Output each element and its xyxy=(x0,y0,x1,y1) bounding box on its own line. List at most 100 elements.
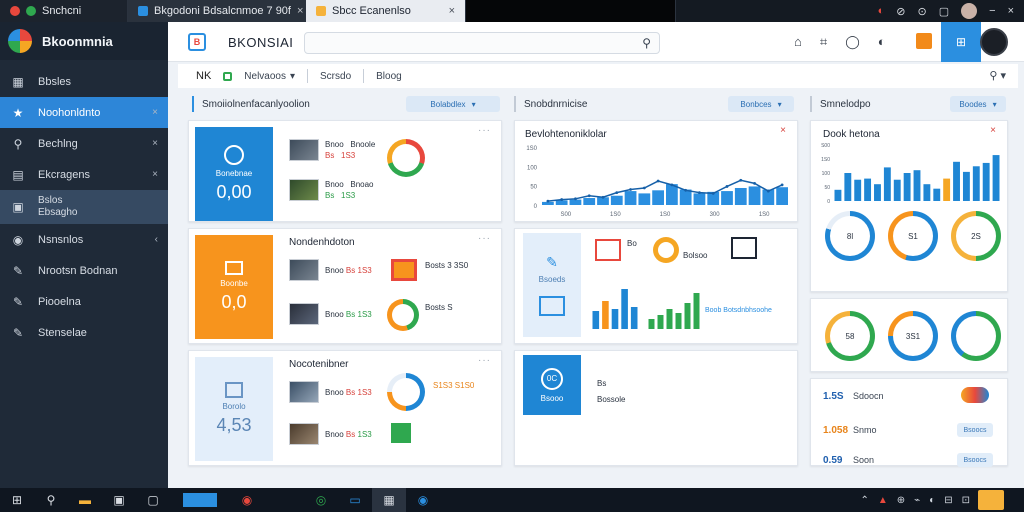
kpi-tile[interactable]: Boonbe 0,0 xyxy=(195,235,273,339)
sidebar-item-7[interactable]: ✎ Nrootsn Bodnan xyxy=(0,255,168,286)
sidebar-item-6[interactable]: ◉ Nsnsnlos ‹ xyxy=(0,224,168,255)
toolbar-item-3[interactable]: Bloog xyxy=(376,71,402,82)
chevron-icon[interactable]: ‹ xyxy=(155,234,158,245)
item-text: Bnoo Bnoao Bs 1S3 xyxy=(325,180,374,200)
y-tick-label: 50 xyxy=(824,185,830,191)
detail-text: Bs xyxy=(597,379,607,388)
minimize-icon[interactable]: − xyxy=(989,5,995,17)
close-icon[interactable]: × xyxy=(449,5,455,17)
stat-button[interactable]: Bsoocs xyxy=(957,453,993,467)
browser-icon[interactable]: ◉ xyxy=(230,488,264,512)
browser-tab-2[interactable]: Bkgodoni Bdsalcnmoe 7 90f × xyxy=(128,0,306,22)
close-icon[interactable]: × xyxy=(990,125,997,136)
window-icon[interactable]: ▢ xyxy=(136,488,170,512)
tray-chevron-icon[interactable]: ⌃ xyxy=(860,495,868,506)
stat-row[interactable]: 1.5S Sdoocn xyxy=(823,387,1003,405)
grid-icon[interactable]: ⌗ xyxy=(820,34,827,50)
stat-row[interactable]: 0.59 Soon Bsoocs xyxy=(823,451,1003,469)
sidebar-item-1[interactable]: ▦ Bbsles xyxy=(0,66,168,97)
search-icon[interactable]: ⚲ ▾ xyxy=(989,69,1006,82)
frame-icon[interactable]: ▢ xyxy=(939,5,949,18)
avatar[interactable] xyxy=(980,28,1008,56)
list-item[interactable]: Bnoo Bnoole Bs 1S3 xyxy=(289,139,375,161)
record-icon[interactable]: ◐ xyxy=(878,5,885,17)
grid-app-icon[interactable]: ▦ xyxy=(372,488,406,512)
section-right-filter[interactable]: Boodes ▾ xyxy=(950,96,1006,112)
close-icon[interactable]: × xyxy=(152,169,158,180)
section-middle-filter[interactable]: Bonbces ▾ xyxy=(728,96,794,112)
list-item[interactable]: Bnoo Bs 1S3 xyxy=(289,423,372,445)
stat-button[interactable]: Bsoocs xyxy=(957,423,993,437)
sidebar-item-3[interactable]: ⚲ Bechlng × xyxy=(0,128,168,159)
section-left-filter[interactable]: Bolabdlex ▾ xyxy=(406,96,500,112)
start-icon[interactable]: ⊞ xyxy=(0,488,34,512)
tray-network-icon[interactable]: ⊕ xyxy=(897,495,905,506)
kpi-tile[interactable]: Borolo 4,53 xyxy=(195,357,273,461)
browser-tab-3[interactable]: Sbcc Ecanenlso × xyxy=(306,0,466,22)
notification-button[interactable] xyxy=(978,490,1004,510)
list-item[interactable]: Bnoo Bs 1S3 xyxy=(289,259,372,281)
sidebar-item-8[interactable]: ✎ Piooelna xyxy=(0,286,168,317)
sidebar-item-4[interactable]: ▤ Ekcragens × xyxy=(0,159,168,190)
list-item[interactable]: Bnoo Bs 1S3 xyxy=(289,303,372,325)
sidebar-item-2[interactable]: ★ Noohonldnto × xyxy=(0,97,168,128)
more-icon[interactable]: ··· xyxy=(478,233,491,244)
close-icon[interactable]: × xyxy=(780,125,787,136)
summary-card-2: ··· Nondenhdoton Boonbe 0,0 Bnoo Bs 1S3 … xyxy=(188,228,502,344)
circle-icon[interactable]: ◯ xyxy=(845,34,860,50)
tab-label: Bkgodoni Bdsalcnmoe 7 90f xyxy=(154,5,291,17)
stat-row[interactable]: 1.058 Snmo Bsoocs xyxy=(823,421,1003,439)
search-icon[interactable]: ⚲ xyxy=(642,36,651,50)
target-icon[interactable]: ⊙ xyxy=(918,5,927,18)
trend-chart: 0 50 100 1S0 S00 1S0 1S0 300 1S0 xyxy=(526,146,788,218)
tray-battery-icon[interactable]: ⊟ xyxy=(944,495,952,506)
block-icon[interactable]: ⊘ xyxy=(896,5,905,18)
tray-display-icon[interactable]: ⊡ xyxy=(962,495,970,506)
sidebar-item-9[interactable]: ✎ Stenselae xyxy=(0,317,168,348)
sidebar-brand[interactable]: Bkoonmnia xyxy=(0,22,168,60)
browser-tab-4[interactable] xyxy=(466,0,676,22)
tray-warning-icon[interactable]: ▲ xyxy=(878,495,888,506)
more-icon[interactable]: ··· xyxy=(478,125,491,136)
detail-tile[interactable]: 0C Bsooo xyxy=(523,355,581,415)
list-item[interactable]: Bnoo Bs 1S3 xyxy=(289,381,372,403)
monitor-icon[interactable]: ▭ xyxy=(338,488,372,512)
widget-tile[interactable]: ✎ Bsoeds xyxy=(523,233,581,337)
app-logo-icon[interactable]: B xyxy=(188,33,206,51)
notification-badge[interactable] xyxy=(916,33,932,49)
chat-icon[interactable]: ◎ xyxy=(304,488,338,512)
browser-tab-strip: Snchcni Bkgodoni Bdsalcnmoe 7 90f × Sbcc… xyxy=(0,0,1024,22)
bar xyxy=(933,188,941,201)
close-icon[interactable]: × xyxy=(152,138,158,149)
close-icon[interactable]: × xyxy=(152,107,158,118)
sidebar-item-5[interactable]: ▣ Bslos Ebsagho xyxy=(0,190,168,224)
bar xyxy=(621,289,628,329)
apps-button[interactable]: ⊞ xyxy=(941,22,981,62)
toolbar-item-1[interactable]: Nelvaoos xyxy=(244,71,286,82)
home-icon[interactable]: ⌂ xyxy=(794,34,802,50)
search-icon[interactable]: ⚲ xyxy=(34,488,68,512)
app-icon[interactable] xyxy=(170,488,230,512)
window-close-icon[interactable]: × xyxy=(1008,5,1014,17)
toolbar-nk[interactable]: NK xyxy=(196,70,211,82)
toolbar-item-2[interactable]: Scrsdo xyxy=(320,71,351,82)
browser-tab-1[interactable]: Snchcni xyxy=(0,0,128,22)
circle-app-icon[interactable]: ◉ xyxy=(406,488,440,512)
tray-volume-icon[interactable]: ◐ xyxy=(929,495,935,506)
close-icon[interactable]: × xyxy=(297,5,303,17)
tray-wifi-icon[interactable]: ⌁ xyxy=(914,495,920,506)
search-input[interactable]: ⚲ xyxy=(304,32,660,54)
book-icon xyxy=(731,237,757,259)
kpi-tile[interactable]: Bonebnae 0,00 xyxy=(195,127,273,221)
more-icon[interactable]: ··· xyxy=(478,355,491,366)
half-circle-icon[interactable]: ◐ xyxy=(878,34,886,50)
store-icon[interactable]: ▣ xyxy=(102,488,136,512)
list-item[interactable]: Bnoo Bnoao Bs 1S3 xyxy=(289,179,374,201)
folder-icon[interactable]: ▬ xyxy=(68,488,102,512)
user-avatar[interactable] xyxy=(961,3,978,19)
chevron-down-icon[interactable]: ▾ xyxy=(290,71,295,82)
accent-bar xyxy=(514,96,516,112)
section-title: Snobdnrnicise xyxy=(524,98,588,110)
browser-favicon-icon xyxy=(26,6,36,16)
browser-favicon-icon xyxy=(10,6,20,16)
